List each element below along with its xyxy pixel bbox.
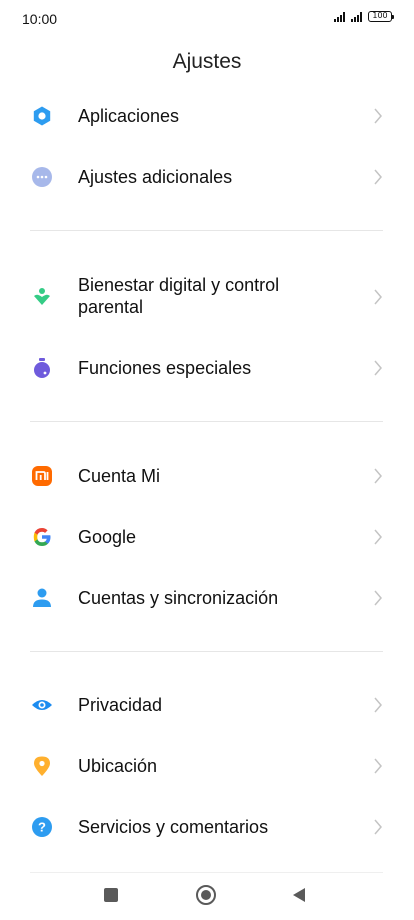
- settings-item-digital-wellbeing[interactable]: Bienestar digital y control parental: [0, 274, 414, 320]
- special-features-icon: [31, 357, 53, 379]
- help-icon: ?: [31, 816, 53, 838]
- settings-item-apps[interactable]: Aplicaciones: [0, 101, 414, 131]
- settings-item-label: Servicios y comentarios: [78, 817, 269, 837]
- gear-icon: [31, 105, 53, 127]
- status-icons: 100: [334, 11, 394, 22]
- recents-button[interactable]: [100, 884, 122, 906]
- settings-item-label: Funciones especiales: [78, 358, 252, 378]
- chevron-right-icon: [374, 529, 382, 545]
- page-title: Ajustes: [172, 50, 242, 73]
- location-pin-icon: [31, 755, 53, 777]
- status-bar: 10:00 100: [0, 0, 414, 40]
- settings-item-mi-account[interactable]: Cuenta Mi: [0, 461, 414, 491]
- chevron-right-icon: [374, 289, 382, 305]
- settings-item-label: Bienestar digital y control parental: [78, 274, 279, 318]
- chevron-right-icon: [374, 108, 382, 124]
- chevron-right-icon: [374, 468, 382, 484]
- account-sync-icon: [31, 587, 53, 609]
- settings-item-location[interactable]: Ubicación: [0, 751, 414, 781]
- back-triangle-icon: [293, 888, 305, 902]
- settings-item-label-line1: Bienestar digital y control: [78, 275, 280, 295]
- signal-icon: [334, 11, 345, 22]
- google-icon: [31, 526, 53, 548]
- chevron-right-icon: [374, 758, 382, 774]
- chevron-right-icon: [374, 360, 382, 376]
- home-circle-icon: [196, 885, 216, 905]
- navigation-bar: [0, 872, 414, 920]
- eye-icon: [31, 694, 53, 716]
- settings-item-services-feedback[interactable]: ? Servicios y comentarios: [0, 812, 414, 842]
- settings-item-label: Ajustes adicionales: [78, 167, 233, 187]
- divider: [30, 651, 383, 652]
- divider: [30, 421, 383, 422]
- settings-item-label: Ubicación: [78, 756, 158, 776]
- home-button[interactable]: [195, 884, 217, 906]
- svg-text:?: ?: [38, 820, 46, 835]
- wellbeing-icon: [31, 286, 53, 308]
- settings-item-google[interactable]: Google: [0, 522, 414, 552]
- settings-item-label: Aplicaciones: [78, 106, 180, 126]
- chevron-right-icon: [374, 819, 382, 835]
- settings-item-label: Privacidad: [78, 695, 163, 715]
- settings-item-label: Cuentas y sincronización: [78, 588, 279, 608]
- status-time: 10:00: [22, 11, 58, 27]
- settings-item-label: Google: [78, 527, 137, 547]
- battery-icon: 100: [368, 11, 394, 22]
- chevron-right-icon: [374, 169, 382, 185]
- chevron-right-icon: [374, 590, 382, 606]
- divider: [30, 230, 383, 231]
- settings-item-additional[interactable]: Ajustes adicionales: [0, 162, 414, 192]
- more-icon: [31, 166, 53, 188]
- signal-icon: [351, 11, 362, 22]
- back-button[interactable]: [288, 884, 310, 906]
- settings-item-accounts-sync[interactable]: Cuentas y sincronización: [0, 583, 414, 613]
- square-icon: [104, 888, 118, 902]
- chevron-right-icon: [374, 697, 382, 713]
- settings-item-label-line2: parental: [78, 297, 144, 317]
- settings-item-label: Cuenta Mi: [78, 466, 161, 486]
- settings-item-privacy[interactable]: Privacidad: [0, 690, 414, 720]
- mi-account-icon: [31, 465, 53, 487]
- settings-item-special-features[interactable]: Funciones especiales: [0, 353, 414, 383]
